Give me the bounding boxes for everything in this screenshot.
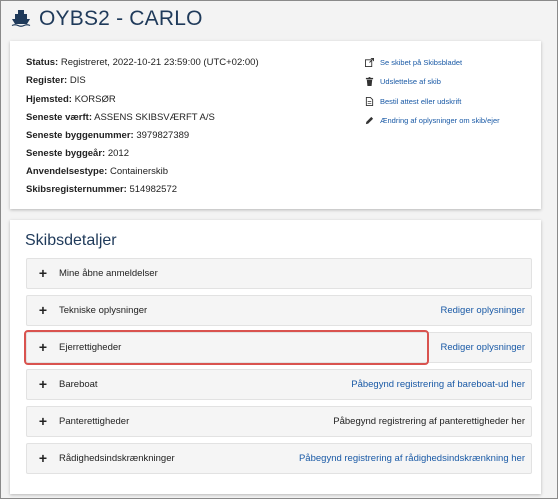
panterettigheder-registration-link[interactable]: Påbegynd registrering af panterettighede… [333,416,525,427]
section-title: Skibsdetaljer [25,232,117,249]
ship-info-card: Status: Registreret, 2022-10-21 23:59:00… [10,41,541,209]
accordion-label: Rådighedsindskrænkninger [59,453,175,464]
info-row-byggeaar: Seneste byggeår: 2012 [26,148,129,159]
action-se-skibsbladet[interactable]: Se skibet på Skibsbladet [365,57,535,71]
page-frame: OYBS2 - CARLO Status: Registreret, 2022-… [0,0,558,499]
accordion-label: Ejerrettigheder [59,342,122,353]
accordion-raadighedsindskraenkninger[interactable]: + Rådighedsindskrænkninger Påbegynd regi… [26,443,532,474]
raadighed-registration-link[interactable]: Påbegynd registrering af rådighedsindskr… [299,453,525,464]
rediger-oplysninger-link[interactable]: Rediger oplysninger [441,305,526,316]
plus-icon: + [38,265,48,281]
accordion-label: Panterettigheder [59,416,130,427]
accordion-tekniske-oplysninger[interactable]: + Tekniske oplysninger Rediger oplysning… [26,295,532,326]
accordion-bareboat[interactable]: + Bareboat Påbegynd registrering af bare… [26,369,532,400]
page-title: OYBS2 - CARLO [39,7,203,30]
plus-icon: + [38,339,48,355]
plus-icon: + [38,376,48,392]
info-row-hjemsted: Hjemsted: KORSØR [26,94,116,105]
rediger-oplysninger-link[interactable]: Rediger oplysninger [441,342,526,353]
info-row-byggenummer: Seneste byggenummer: 3979827389 [26,130,190,141]
document-icon [365,97,374,106]
info-row-vaerft: Seneste værft: ASSENS SKIBSVÆRFT A/S [26,112,215,123]
trash-icon [365,77,374,86]
external-link-icon [365,58,374,67]
info-row-status: Status: Registreret, 2022-10-21 23:59:00… [26,57,259,68]
accordion-panterettigheder[interactable]: + Panterettigheder Påbegynd registrering… [26,406,532,437]
accordion-label: Bareboat [59,379,98,390]
ship-icon [11,10,31,27]
pencil-icon [365,116,374,125]
info-row-register: Register: DIS [26,75,86,86]
action-aendring[interactable]: Ændring af oplysninger om skib/ejer [365,115,535,129]
plus-icon: + [38,450,48,466]
page-header: OYBS2 - CARLO [1,1,557,37]
info-row-skibsregisternummer: Skibsregisternummer: 514982572 [26,184,178,195]
action-bestil-attest[interactable]: Bestil attest eller udskrift [365,96,535,110]
plus-icon: + [38,413,48,429]
accordion-label: Tekniske oplysninger [59,305,148,316]
plus-icon: + [38,302,48,318]
accordion-label: Mine åbne anmeldelser [59,268,158,279]
action-udslettelse[interactable]: Udslettelse af skib [365,76,535,90]
info-row-anvendelsestype: Anvendelsestype: Containerskib [26,166,169,177]
accordion-mine-anmeldelser[interactable]: + Mine åbne anmeldelser [26,258,532,289]
ship-details-card: Skibsdetaljer + Mine åbne anmeldelser + … [10,220,541,494]
accordion-ejerrettigheder[interactable]: + Ejerrettigheder Rediger oplysninger [26,332,532,363]
bareboat-registration-link[interactable]: Påbegynd registrering af bareboat-ud her [351,379,525,390]
